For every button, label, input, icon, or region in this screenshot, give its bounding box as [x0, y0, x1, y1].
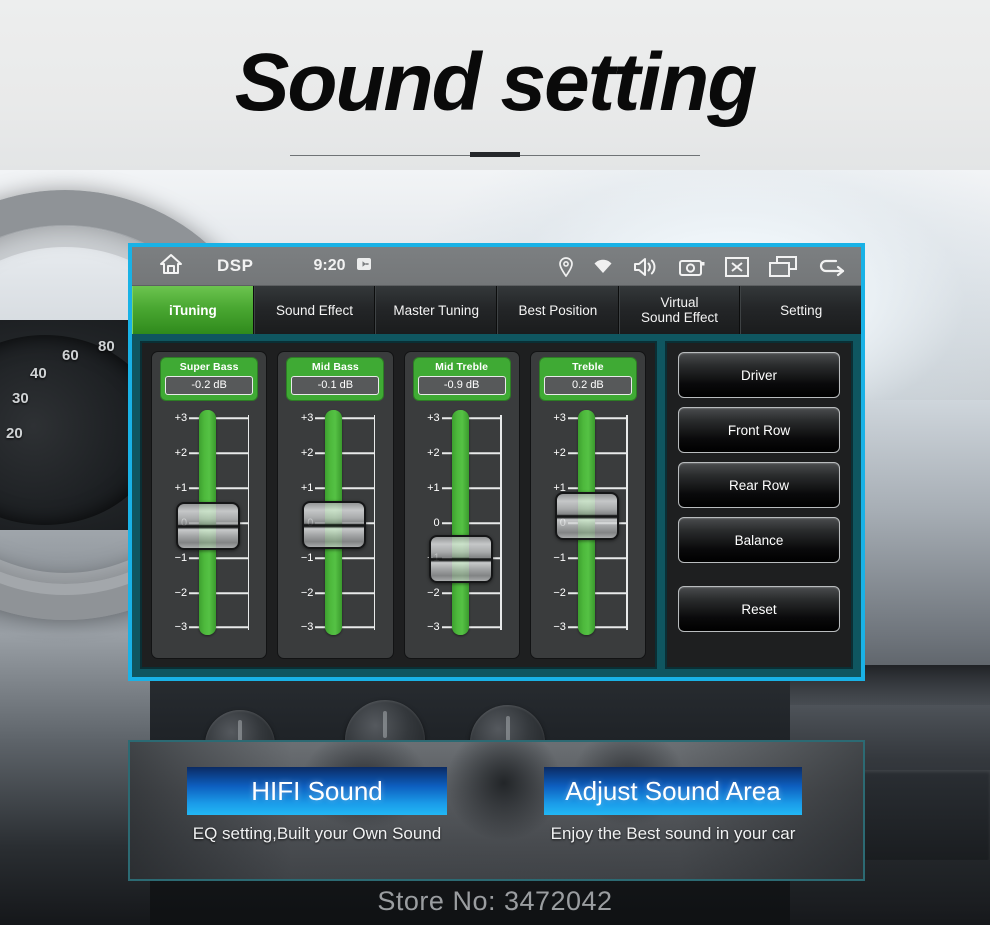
tab-best-position[interactable]: Best Position	[497, 286, 619, 334]
eq-band-mid-treble: Mid Treble -0.9 dB +3 +2 +1 0 −1 −2 −3	[403, 351, 520, 659]
tick-label: −3	[553, 621, 566, 633]
band-value: 0.2 dB	[543, 376, 632, 395]
band-chip[interactable]: Treble 0.2 dB	[539, 358, 636, 400]
tick-label: +3	[427, 412, 440, 424]
tab-sound-effect[interactable]: Sound Effect	[253, 286, 376, 334]
tick-label: +3	[300, 412, 314, 424]
tick-label: +2	[300, 447, 314, 459]
tab-bar: iTuning Sound Effect Master Tuning Best …	[132, 286, 862, 334]
tick-label: +2	[553, 447, 566, 459]
band-label: Mid Treble	[435, 361, 489, 373]
app-label: DSP	[217, 256, 254, 275]
slider-thumb[interactable]	[176, 502, 241, 550]
tick-label: +3	[174, 412, 188, 424]
tick-label: −2	[300, 587, 314, 599]
back-arrow-icon[interactable]	[817, 257, 845, 277]
rear-row-button[interactable]: Rear Row	[678, 462, 840, 508]
tick-label: +1	[427, 482, 440, 494]
tick-label: −3	[174, 621, 188, 633]
recent-apps-icon[interactable]	[769, 255, 797, 278]
tick-label: −2	[553, 587, 566, 599]
band-chip[interactable]: Mid Bass -0.1 dB	[287, 358, 384, 400]
eq-band-treble: Treble 0.2 dB +3 +2 +1 0 −1 −2 −3	[529, 351, 646, 659]
adjust-sound-area-caption: Enjoy the Best sound in your car	[550, 824, 796, 843]
tab-master-tuning[interactable]: Master Tuning	[375, 286, 498, 334]
band-label: Mid Bass	[311, 361, 359, 373]
close-box-icon[interactable]	[725, 256, 749, 277]
tick-label: −1	[300, 552, 314, 564]
tick-label: +2	[174, 447, 188, 459]
position-panel: Driver Front Row Rear Row Balance Reset	[665, 341, 853, 669]
status-bar-icons	[559, 247, 845, 286]
band-chip[interactable]: Mid Treble -0.9 dB	[413, 358, 510, 400]
equalizer-panel: Super Bass -0.2 dB +3 +2 +1 0 −1 −2 −3	[140, 341, 657, 669]
reset-button[interactable]: Reset	[678, 586, 840, 632]
tick-label: −1	[553, 552, 566, 564]
home-icon[interactable]	[159, 253, 183, 280]
sd-card-icon	[356, 257, 371, 275]
tick-label: 0	[433, 517, 440, 529]
status-bar: DSP 9:20	[132, 247, 861, 286]
eq-slider-super-bass[interactable]: +3 +2 +1 0 −1 −2 −3	[163, 410, 255, 635]
tick-label: −2	[174, 587, 188, 599]
tab-setting[interactable]: Setting	[740, 286, 862, 334]
tick-label: −2	[427, 587, 440, 599]
tick-label: −3	[300, 621, 314, 633]
store-number: Store No: 3472042	[377, 886, 613, 916]
band-label: Treble	[572, 361, 604, 373]
band-value: -0.9 dB	[417, 376, 506, 395]
hifi-sound-badge[interactable]: HIFI Sound	[187, 767, 447, 815]
title-area: Sound setting	[0, 0, 990, 170]
eq-slider-treble[interactable]: +3 +2 +1 0 −1 −2 −3	[542, 410, 634, 635]
tick-label: −1	[174, 552, 188, 564]
wifi-icon[interactable]	[593, 259, 613, 275]
band-value: -0.2 dB	[165, 376, 254, 395]
tab-virtual-line1: Virtual	[660, 295, 699, 310]
promo-banner: HIFI Sound Adjust Sound Area EQ setting,…	[128, 740, 865, 881]
title-divider-accent	[470, 152, 520, 157]
eq-slider-mid-bass[interactable]: +3 +2 +1 0 −1 −2 −3	[289, 410, 381, 635]
tab-virtual-line2: Sound Effect	[640, 310, 719, 325]
location-pin-icon[interactable]	[559, 256, 573, 277]
eq-slider-mid-treble[interactable]: +3 +2 +1 0 −1 −2 −3	[416, 410, 508, 635]
tick-label: +1	[174, 482, 188, 494]
front-row-button[interactable]: Front Row	[678, 407, 840, 453]
camera-icon[interactable]	[679, 257, 705, 277]
clock: 9:20	[313, 257, 346, 274]
tick-label: +3	[553, 412, 566, 424]
tick-label: +2	[427, 447, 440, 459]
balance-button[interactable]: Balance	[678, 517, 840, 563]
band-label: Super Bass	[179, 361, 239, 373]
tab-virtual-sound-effect[interactable]: Virtual Sound Effect	[618, 286, 741, 334]
tab-ituning[interactable]: iTuning	[132, 286, 254, 334]
head-unit-screen: DSP 9:20 iTuning Sound Effect Master Tun…	[128, 243, 865, 681]
tick-label: +1	[300, 482, 314, 494]
eq-band-mid-bass: Mid Bass -0.1 dB +3 +2 +1 0 −1 −2 −3	[277, 351, 394, 659]
content-area: Super Bass -0.2 dB +3 +2 +1 0 −1 −2 −3	[132, 334, 861, 677]
band-value: -0.1 dB	[291, 376, 380, 395]
banner-content: HIFI Sound Adjust Sound Area EQ setting,…	[130, 742, 863, 879]
scale-labels: +3 +2 +1 0 −1 −2 −3	[416, 412, 440, 633]
slider-track	[451, 410, 469, 635]
scale-frame	[441, 415, 502, 630]
band-chip[interactable]: Super Bass -0.2 dB	[161, 358, 258, 400]
driver-button[interactable]: Driver	[678, 352, 840, 398]
eq-band-super-bass: Super Bass -0.2 dB +3 +2 +1 0 −1 −2 −3	[151, 351, 268, 659]
slider-thumb[interactable]	[554, 492, 619, 540]
slider-thumb[interactable]	[302, 501, 367, 549]
tick-label: −3	[427, 621, 440, 633]
page-title: Sound setting	[234, 37, 758, 128]
volume-icon[interactable]	[633, 256, 659, 278]
hifi-sound-caption: EQ setting,Built your Own Sound	[192, 824, 442, 843]
slider-thumb[interactable]	[428, 535, 493, 583]
adjust-sound-area-badge[interactable]: Adjust Sound Area	[544, 767, 802, 815]
